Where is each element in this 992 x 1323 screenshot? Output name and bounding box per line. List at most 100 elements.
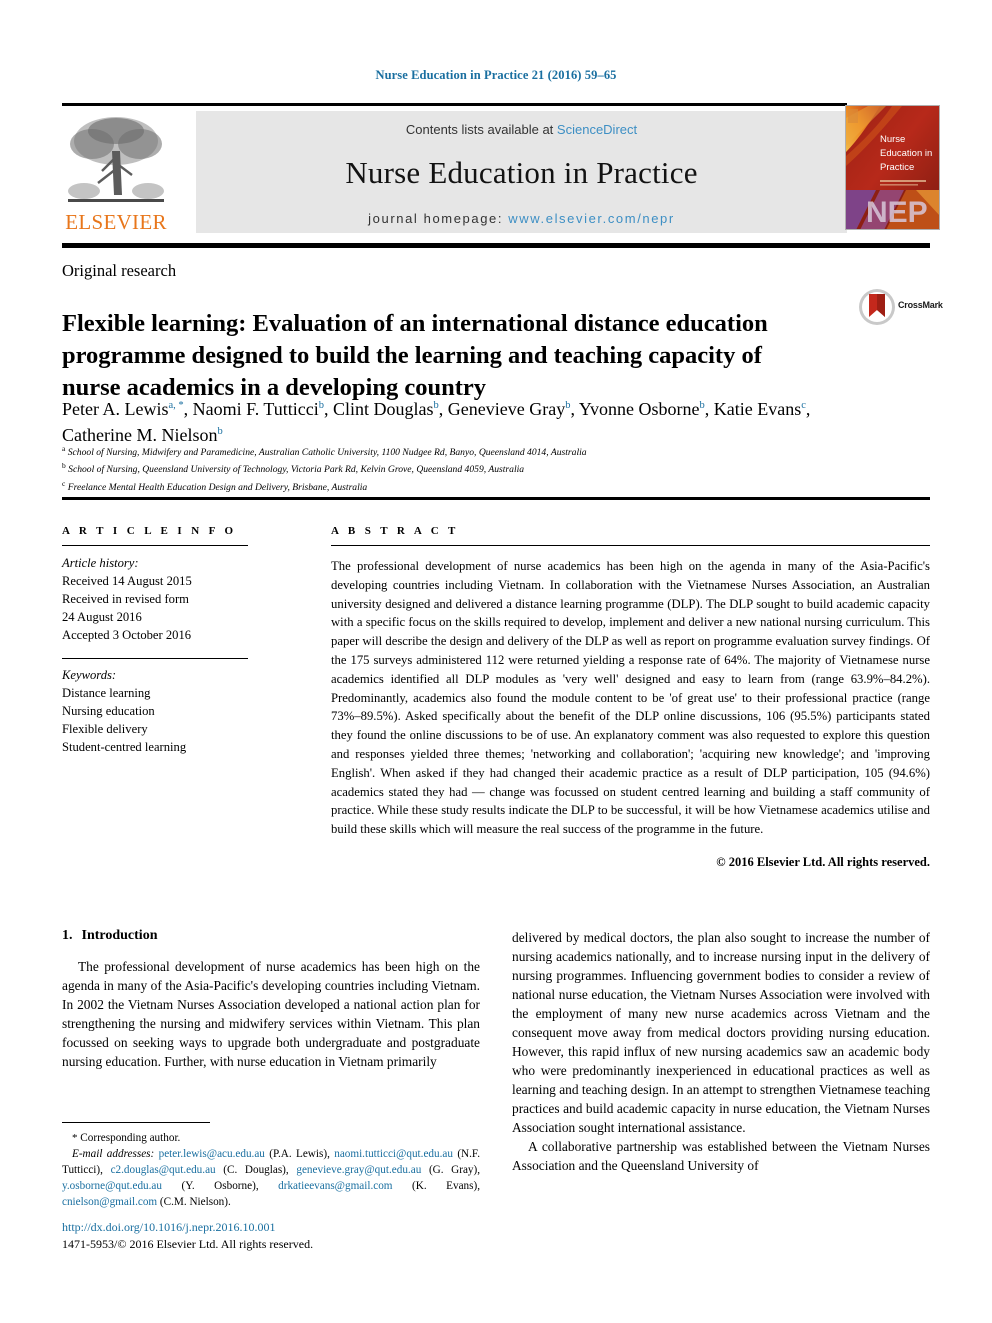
affiliation-text: School of Nursing, Midwifery and Paramed…	[67, 447, 587, 459]
email-link[interactable]: peter.lewis@acu.edu.au	[159, 1148, 265, 1160]
author-name: Yvonne Osborne	[578, 399, 700, 419]
masthead-top-rule	[62, 103, 847, 106]
email-addresses-label: E-mail addresses:	[72, 1147, 155, 1160]
author-name: Naomi F. Tutticci	[192, 399, 319, 419]
keyword-item: Student-centred learning	[62, 739, 187, 754]
author-affiliation-mark: b	[565, 400, 571, 411]
abstract-text: The professional development of nurse ac…	[331, 559, 930, 837]
author-affiliation-mark: b	[433, 400, 439, 411]
homepage-prefix: journal homepage:	[368, 211, 504, 226]
keyword-list: Keywords: Distance learning Nursing educ…	[62, 667, 248, 756]
author-list: Peter A. Lewisa, *, Naomi F. Tutticcib, …	[62, 399, 811, 445]
email-owner: (Y. Osborne)	[181, 1179, 256, 1192]
affiliation-list: a School of Nursing, Midwifery and Param…	[62, 443, 852, 495]
body-column-right: delivered by medical doctors, the plan a…	[512, 928, 930, 1175]
email-link[interactable]: drkatieevans@gmail.com	[278, 1180, 392, 1192]
corresponding-author-note: * Corresponding author.	[62, 1131, 480, 1147]
elsevier-tree-icon: ELSEVIER	[62, 111, 170, 233]
email-owner: (C. Douglas)	[223, 1163, 286, 1176]
author-affiliation-mark: a, *	[168, 400, 184, 411]
issn-copyright-line: 1471-5953/© 2016 Elsevier Ltd. All right…	[62, 1236, 314, 1251]
author-name: Clint Douglas	[333, 399, 434, 419]
affiliation-mark: c	[62, 478, 66, 488]
keyword-item: Flexible delivery	[62, 722, 148, 736]
svg-text:Education in: Education in	[880, 148, 932, 159]
affiliation-mark: a	[62, 444, 66, 453]
article-history-item: 24 August 2016	[62, 609, 142, 624]
author-name: Peter A. Lewis	[62, 399, 169, 419]
abstract-heading: A B S T R A C T	[331, 525, 459, 537]
abstract-block-top-rule	[62, 497, 930, 500]
article-page: Nurse Education in Practice 21 (2016) 59…	[0, 0, 992, 1323]
abstract-panel: A B S T R A C T The professional develop…	[331, 525, 930, 870]
journal-homepage-line: journal homepage: www.elsevier.com/nepr	[196, 211, 847, 226]
sciencedirect-link[interactable]: ScienceDirect	[557, 122, 637, 137]
affiliation-text: School of Nursing, Queensland University…	[68, 464, 525, 476]
footnote-block: * Corresponding author. E-mail addresses…	[62, 1131, 480, 1211]
email-owner: (G. Gray)	[428, 1163, 478, 1176]
body-paragraph: The professional development of nurse ac…	[62, 959, 480, 1070]
section-heading-introduction: 1. Introduction	[62, 928, 480, 944]
author-affiliation-mark: c	[801, 400, 806, 411]
keyword-item: Nursing education	[62, 704, 155, 719]
article-history: Article history: Received 14 August 2015…	[62, 555, 248, 644]
email-owner: (P.A. Lewis)	[269, 1147, 328, 1160]
crossmark-badge[interactable]: CrossMark	[858, 288, 943, 328]
affiliation-item: c Freelance Mental Health Education Desi…	[62, 478, 852, 495]
svg-text:Nurse: Nurse	[880, 134, 905, 145]
body-column-left: 1. Introduction The professional developm…	[62, 928, 480, 1071]
journal-cover-thumbnail: NEP Nurse Education in Practice	[845, 105, 940, 230]
body-paragraph: A collaborative partnership was establis…	[512, 1139, 930, 1174]
article-info-heading: A R T I C L E I N F O	[62, 525, 237, 537]
keywords-hairline	[62, 658, 248, 660]
email-link[interactable]: naomi.tutticci@qut.edu.au	[334, 1148, 453, 1160]
contents-available-line: Contents lists available at ScienceDirec…	[196, 122, 847, 137]
affiliation-text: Freelance Mental Health Education Design…	[67, 481, 368, 493]
article-history-item: Received 14 August 2015	[62, 573, 192, 588]
author-name: Katie Evans	[713, 399, 802, 419]
article-type-label: Original research	[62, 261, 177, 280]
email-owner: (K. Evans)	[412, 1179, 478, 1192]
corresponding-author-marker: *	[72, 1132, 78, 1144]
author-name: Catherine M. Nielson	[62, 424, 218, 445]
abstract-hairline	[331, 545, 930, 546]
email-link[interactable]: cnielson@gmail.com	[62, 1196, 157, 1208]
affiliation-item: b School of Nursing, Queensland Universi…	[62, 460, 852, 477]
article-history-item: Accepted 3 October 2016	[62, 627, 192, 642]
section-title: Introduction	[81, 928, 158, 943]
section-number: 1.	[62, 928, 73, 943]
journal-band: Contents lists available at ScienceDirec…	[196, 111, 847, 233]
body-paragraph: delivered by medical doctors, the plan a…	[512, 930, 931, 1136]
contents-prefix: Contents lists available at	[405, 122, 554, 137]
journal-masthead: ELSEVIER Contents lists available at Sci…	[62, 103, 930, 233]
article-info-hairline	[62, 545, 248, 546]
homepage-url-link[interactable]: www.elsevier.com/nepr	[508, 211, 675, 226]
affiliation-item: a School of Nursing, Midwifery and Param…	[62, 443, 852, 460]
section-divider-rule	[62, 243, 930, 248]
doi-link[interactable]: http://dx.doi.org/10.1016/j.nepr.2016.10…	[62, 1219, 492, 1236]
email-link[interactable]: c2.douglas@qut.edu.au	[111, 1164, 216, 1176]
email-addresses-note: E-mail addresses: peter.lewis@acu.edu.au…	[62, 1147, 481, 1208]
author-affiliation-mark: b	[217, 425, 223, 437]
email-link[interactable]: genevieve.gray@qut.edu.au	[296, 1164, 421, 1176]
author-affiliation-mark: b	[699, 400, 705, 411]
article-info-panel: A R T I C L E I N F O Article history: R…	[62, 525, 248, 757]
email-link[interactable]: y.osborne@qut.edu.au	[62, 1180, 162, 1192]
running-head: Nurse Education in Practice 21 (2016) 59…	[375, 68, 617, 82]
keyword-item: Distance learning	[62, 686, 151, 701]
crossmark-icon	[859, 289, 895, 325]
email-owner: (C.M. Nielson)	[159, 1195, 228, 1208]
page-title: Flexible learning: Evaluation of an inte…	[62, 310, 768, 401]
crossmark-label: CrossMark	[898, 300, 943, 310]
footnote-rule	[62, 1122, 210, 1123]
doi-block: http://dx.doi.org/10.1016/j.nepr.2016.10…	[62, 1219, 492, 1252]
journal-title: Nurse Education in Practice	[345, 155, 698, 190]
affiliation-mark: b	[62, 461, 66, 471]
abstract-copyright: © 2016 Elsevier Ltd. All rights reserved…	[716, 854, 930, 869]
corresponding-author-text: Corresponding author.	[80, 1132, 181, 1144]
elsevier-wordmark: ELSEVIER	[65, 210, 167, 234]
svg-text:Practice: Practice	[880, 162, 914, 173]
keywords-label: Keywords:	[62, 668, 117, 683]
svg-text:NEP: NEP	[866, 196, 928, 229]
author-affiliation-mark: b	[318, 400, 324, 411]
